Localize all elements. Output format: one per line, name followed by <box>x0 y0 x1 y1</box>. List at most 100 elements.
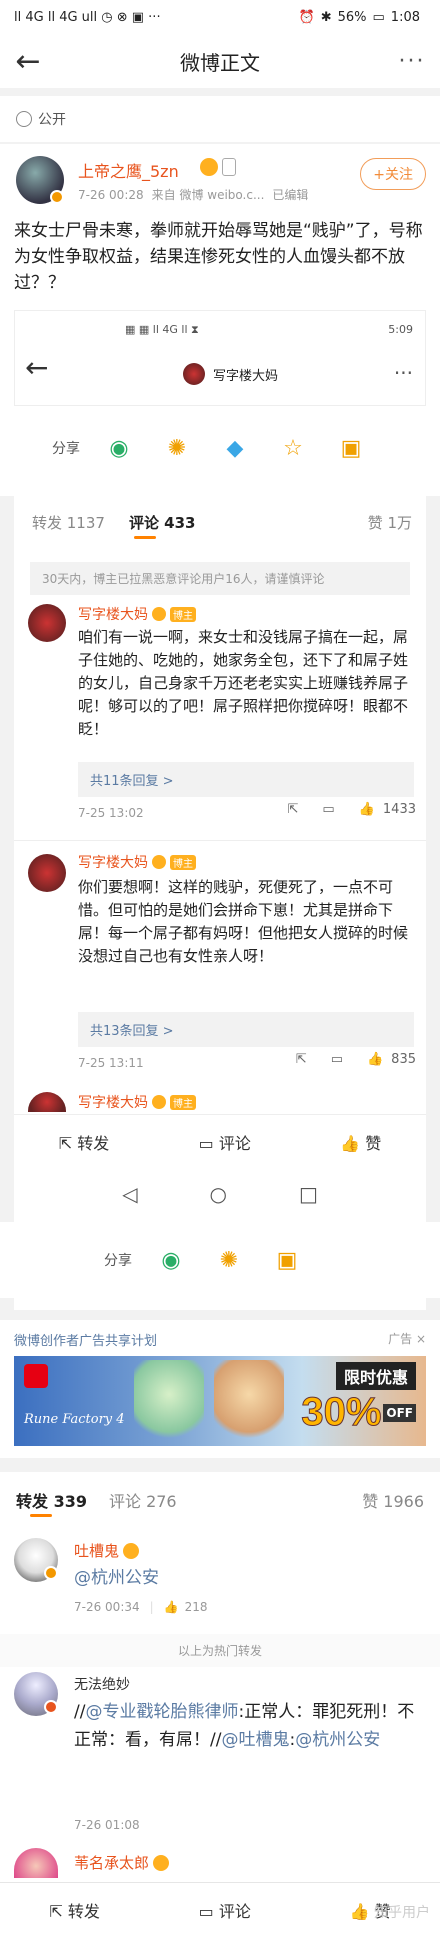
owner-badge: 博主 <box>170 1094 196 1110</box>
image-icon: ▣ <box>340 435 362 461</box>
shot-like: 👍 赞 <box>340 1133 382 1153</box>
repost-tabs: 转发 339 评论 276 赞 1966 <box>16 1488 424 1512</box>
comment-time: 7-25 13:11 <box>78 1056 144 1070</box>
repost-author[interactable]: 吐槽鬼 <box>74 1540 119 1561</box>
image-icon[interactable]: ▣ <box>272 1245 302 1275</box>
follow-button[interactable]: +关注 <box>360 158 426 190</box>
repost-author[interactable]: 苇名承太郎 <box>74 1852 149 1873</box>
shot-comment: ▭ 评论 <box>198 1133 251 1153</box>
comment-text: 你们要想啊！这样的贱驴，死便死了，一点不可惜。但可怕的是她们会拼命下崽！尤其是拼… <box>78 878 409 965</box>
repost-text[interactable]: @杭州公安 <box>74 1564 159 1592</box>
comment-avatar <box>28 854 66 892</box>
like-icon: 👍 <box>366 1052 384 1067</box>
footer-repost-button[interactable]: ⇱ 转发 <box>49 1898 100 1922</box>
game-logo: Rune Factory 4 <box>24 1412 125 1427</box>
repost-header: 吐槽鬼 <box>74 1540 140 1561</box>
comment-icon: ▭ <box>330 1052 343 1067</box>
wechat-icon: ◉ <box>109 435 129 461</box>
shot-notice: 30天内，博主已拉黑恶意评论用户16人，请谨慎评论 <box>30 562 410 595</box>
status-bar: ll 4G ll 4G ull ◷ ⊗ ▣ ··· ⏰ ✱ 56% ▭ 1:08 <box>0 0 440 34</box>
shot-avatar <box>183 363 205 385</box>
reposts-card: 转发 339 评论 276 赞 1966 吐槽鬼 @杭州公安 7-26 00:3… <box>0 1472 440 1936</box>
shot-repost: ⇱ 转发 <box>58 1133 110 1153</box>
watermark: 知乎用户 <box>374 1905 430 1921</box>
nav-back-icon: ◁ <box>122 1182 138 1206</box>
repost-header: 苇名承太郎 <box>74 1852 170 1873</box>
moments-icon: ✺ <box>167 435 187 461</box>
shot-tab-repost: 转发 1137 <box>32 514 105 532</box>
shot-account-name: 写字楼大妈 <box>213 369 279 384</box>
vip-icon <box>152 855 166 869</box>
ad-label[interactable]: 微博创作者广告共享计划 <box>14 1330 157 1349</box>
shot-tab-like: 赞 1万 <box>367 514 412 532</box>
user-badge-icon <box>44 1700 58 1714</box>
repost-text: //@专业戳轮胎熊律师:正常人：罪犯死刑！不正常：看，有屌！//@吐槽鬼:@杭州… <box>74 1702 415 1750</box>
vip-icon <box>152 607 166 621</box>
mention-link[interactable]: @杭州公安 <box>295 1730 380 1750</box>
mention-link[interactable]: @吐槽鬼 <box>221 1730 289 1750</box>
post-source: 来自 微博 weibo.c... <box>151 188 265 202</box>
shot-tab-comment: 评论 433 <box>128 514 196 532</box>
shot-bottom-bar: ⇱ 转发 ▭ 评论 👍 赞 <box>14 1114 426 1168</box>
mention-link[interactable]: @专业戳轮胎熊律师 <box>85 1702 238 1722</box>
post-meta: 7-26 00:28 来自 微博 weibo.c... 已编辑 <box>78 186 308 203</box>
comment-actions: ⇱ ▭ 👍 835 <box>272 1052 416 1067</box>
more-icon[interactable]: ··· <box>384 49 440 74</box>
repost-like-icon[interactable]: 👍 <box>164 1600 179 1614</box>
repost-author[interactable]: 无法绝妙 <box>74 1674 130 1694</box>
tab-underline <box>30 1514 52 1517</box>
comment-actions: ⇱ ▭ 👍 1433 <box>264 802 416 817</box>
discount-percent: 30% <box>301 1390 382 1435</box>
shot-back-icon: ← <box>25 351 49 384</box>
comment-icon: ▭ <box>322 802 335 817</box>
tab-like[interactable]: 赞 1966 <box>362 1488 424 1512</box>
alarm-icon: ⏰ <box>298 9 315 25</box>
battery-level: 56% <box>337 9 367 25</box>
hot-divider: 以上为热门转发 <box>0 1634 440 1667</box>
wechat-icon[interactable]: ◉ <box>156 1245 186 1275</box>
shot-status-icons: ▦ ▦ ll 4G ll ⧗ <box>125 323 199 336</box>
comment-author: 写字楼大妈 <box>78 1095 148 1111</box>
author-badges <box>200 158 236 176</box>
comment-header: 写字楼大妈 博主 <box>78 1092 196 1112</box>
ad-close[interactable]: 广告 × <box>388 1330 426 1347</box>
footer-comment-button[interactable]: ▭ 评论 <box>199 1898 251 1922</box>
nav-recent-icon: □ <box>298 1182 318 1206</box>
qq-icon: ◆ <box>226 435 244 461</box>
verified-badge-icon <box>50 190 64 204</box>
repost-time: 7-26 00:34 <box>74 1600 140 1614</box>
status-icons-left: ll 4G ll 4G ull ◷ ⊗ ▣ ··· <box>14 9 161 25</box>
comment-likes: 835 <box>391 1052 416 1067</box>
verified-badge-icon <box>44 1566 58 1580</box>
post-text: 来女士尸骨未寒，拳师就开始辱骂她是“贱驴”了，号称为女性争取权益，结果连惨死女性… <box>14 221 423 293</box>
shot-navbar: ◁ ○ □ <box>14 1168 426 1220</box>
visibility-label: 公开 <box>38 112 66 128</box>
comment-author: 写字楼大妈 <box>78 607 148 623</box>
vip-icon <box>123 1542 140 1559</box>
author-name[interactable]: 上帝之鹰_5zn <box>78 158 179 182</box>
shot-share-label: 分享 <box>52 441 80 457</box>
back-arrow-icon[interactable]: ← <box>0 44 56 79</box>
vip-icon <box>153 1854 170 1871</box>
shot-more-icon: ··· <box>393 361 413 385</box>
post-share-row: 分享 ◉ ✺ ▣ <box>0 1222 440 1298</box>
repost-avatar[interactable] <box>14 1848 58 1878</box>
owner-badge: 博主 <box>170 854 196 870</box>
tab-comment[interactable]: 评论 276 <box>109 1488 177 1512</box>
shot-share-row: 分享 ◉ ✺ ◆ ☆ ▣ <box>14 420 426 476</box>
comment-replies-link: 共11条回复 > <box>78 762 414 797</box>
post-edited: 已编辑 <box>272 188 309 202</box>
visibility-row: 公开 <box>0 96 440 142</box>
ad-card: 微博创作者广告共享计划 广告 × Rune Factory 4 限时优惠 30%… <box>0 1320 440 1458</box>
embedded-screenshot[interactable]: ▦ ▦ ll 4G ll ⧗ 5:09 ← 写字楼大妈 ··· <box>14 310 426 406</box>
moments-icon[interactable]: ✺ <box>214 1245 244 1275</box>
discount: 30% OFF <box>301 1390 416 1435</box>
tab-repost[interactable]: 转发 339 <box>16 1488 87 1512</box>
globe-icon <box>16 111 32 127</box>
repost-time: 7-26 01:08 <box>74 1818 140 1832</box>
divider <box>14 840 426 841</box>
discount-off: OFF <box>383 1403 416 1422</box>
title-bar: ← 微博正文 ··· <box>0 34 440 88</box>
comment-time: 7-25 13:02 <box>78 806 144 820</box>
ad-banner[interactable]: Rune Factory 4 限时优惠 30% OFF <box>14 1356 426 1446</box>
